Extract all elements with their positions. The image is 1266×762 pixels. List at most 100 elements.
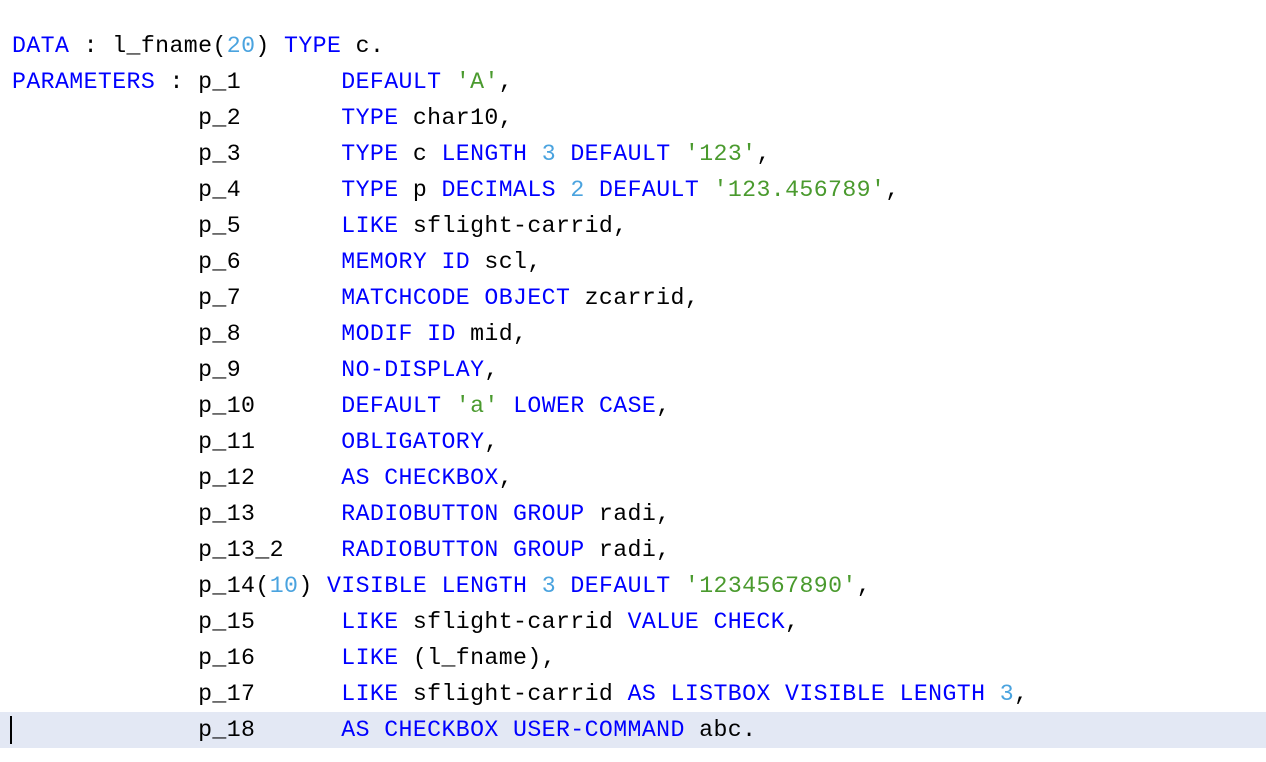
code-line[interactable]: p_10 DEFAULT 'a' LOWER CASE, [0,388,1266,424]
identifier-token: p_17 [12,681,342,707]
operator-token [527,141,541,167]
code-line-text: DATA : l_fname(20) TYPE c. [0,33,384,59]
operator-token [441,69,455,95]
code-line-text: p_10 DEFAULT 'a' LOWER CASE, [0,393,671,419]
keyword-token: AS CHECKBOX USER-COMMAND [341,717,685,743]
operator-token: , [498,69,514,95]
keyword-token: PARAMETERS [12,69,156,95]
identifier-token: p_7 [12,285,342,311]
operator-token [499,393,513,419]
code-line[interactable]: p_17 LIKE sflight-carrid AS LISTBOX VISI… [0,676,1266,712]
string-token: '123' [684,141,757,167]
identifier-token: c [398,141,442,167]
keyword-token: RADIOBUTTON GROUP [341,537,585,563]
operator-token: , [756,141,771,167]
code-line-text: p_17 LIKE sflight-carrid AS LISTBOX VISI… [0,681,1028,707]
operator-token [441,393,455,419]
code-line-text: PARAMETERS : p_1 DEFAULT 'A', [0,69,513,95]
operator-token: ( [212,33,227,59]
code-line[interactable]: p_3 TYPE c LENGTH 3 DEFAULT '123', [0,136,1266,172]
code-line[interactable]: PARAMETERS : p_1 DEFAULT 'A', [0,64,1266,100]
code-line-text: p_3 TYPE c LENGTH 3 DEFAULT '123', [0,141,771,167]
code-line-text: p_16 LIKE (l_fname), [0,645,556,671]
code-line-text: p_7 MATCHCODE OBJECT zcarrid, [0,285,699,311]
identifier-token: p_4 [12,177,342,203]
code-line[interactable]: p_7 MATCHCODE OBJECT zcarrid, [0,280,1266,316]
code-line[interactable]: p_6 MEMORY ID scl, [0,244,1266,280]
operator-token [556,177,570,203]
identifier-token: sflight-carrid [398,681,628,707]
code-line[interactable]: p_2 TYPE char10, [0,100,1266,136]
code-line[interactable]: p_4 TYPE p DECIMALS 2 DEFAULT '123.45678… [0,172,1266,208]
identifier-token: p_16 [12,645,342,671]
code-line-text: p_6 MEMORY ID scl, [0,249,542,275]
number-token: 20 [226,33,256,59]
keyword-token: LIKE [341,213,399,239]
operator-token: , [484,429,499,455]
string-token: '123.456789' [713,177,886,203]
keyword-token: NO-DISPLAY [341,357,485,383]
code-line-current[interactable]: p_18 AS CHECKBOX USER-COMMAND abc. [0,712,1266,748]
code-line[interactable]: p_13 RADIOBUTTON GROUP radi, [0,496,1266,532]
number-token: 3 [541,141,557,167]
operator-token [585,177,599,203]
identifier-token: p_18 [12,717,342,743]
code-line-text: p_5 LIKE sflight-carrid, [0,213,628,239]
identifier-token: abc. [684,717,757,743]
keyword-token: TYPE [341,177,399,203]
code-line-text: p_11 OBLIGATORY, [0,429,499,455]
keyword-token: DEFAULT [341,393,442,419]
code-line[interactable]: p_12 AS CHECKBOX, [0,460,1266,496]
identifier-token: p_13_2 [12,537,342,563]
code-line[interactable]: p_15 LIKE sflight-carrid VALUE CHECK, [0,604,1266,640]
operator-token [556,573,570,599]
keyword-token: VALUE CHECK [627,609,786,635]
keyword-token: MODIF ID [341,321,456,347]
code-line-text: p_12 AS CHECKBOX, [0,465,513,491]
identifier-token: l_fname [427,645,528,671]
code-line[interactable]: p_16 LIKE (l_fname), [0,640,1266,676]
code-line[interactable]: DATA : l_fname(20) TYPE c. [0,28,1266,64]
identifier-token: p_13 [12,501,342,527]
identifier-token: char10, [398,105,514,131]
identifier-token: p_14 [12,573,256,599]
operator-token: : [155,69,199,95]
number-token: 2 [570,177,585,203]
code-line[interactable]: p_8 MODIF ID mid, [0,316,1266,352]
keyword-token: MATCHCODE OBJECT [341,285,571,311]
operator-token [556,141,570,167]
code-line-text: p_14(10) VISIBLE LENGTH 3 DEFAULT '12345… [0,573,871,599]
code-editor[interactable]: DATA : l_fname(20) TYPE c. PARAMETERS : p… [0,28,1266,748]
identifier-token: p_1 [198,69,342,95]
identifier-token: scl, [470,249,542,275]
identifier-token: c. [341,33,385,59]
keyword-token: VISIBLE LENGTH [326,573,528,599]
identifier-token: sflight-carrid [398,609,628,635]
identifier-token: p_2 [12,105,342,131]
operator-token: , [1014,681,1029,707]
identifier-token: p_8 [12,321,342,347]
code-line[interactable]: p_14(10) VISIBLE LENGTH 3 DEFAULT '12345… [0,568,1266,604]
keyword-token: LIKE [341,681,399,707]
string-token: '1234567890' [684,573,857,599]
operator-token [985,681,999,707]
code-line[interactable]: p_5 LIKE sflight-carrid, [0,208,1266,244]
keyword-token: MEMORY ID [341,249,471,275]
operator-token: ) [255,33,285,59]
code-line-text: p_8 MODIF ID mid, [0,321,527,347]
keyword-token: LENGTH [441,141,528,167]
operator-token: ) [298,573,327,599]
code-line[interactable]: p_11 OBLIGATORY, [0,424,1266,460]
operator-token: , [785,609,800,635]
code-line[interactable]: p_13_2 RADIOBUTTON GROUP radi, [0,532,1266,568]
operator-token [527,573,541,599]
code-line[interactable]: p_9 NO-DISPLAY, [0,352,1266,388]
code-line-text: p_2 TYPE char10, [0,105,513,131]
keyword-token: LOWER CASE [513,393,657,419]
keyword-token: DEFAULT [570,141,671,167]
identifier-token: p_11 [12,429,342,455]
identifier-token: p_6 [12,249,342,275]
code-line-text: p_4 TYPE p DECIMALS 2 DEFAULT '123.45678… [0,177,900,203]
operator-token: ( [398,645,428,671]
operator-token: ), [527,645,557,671]
